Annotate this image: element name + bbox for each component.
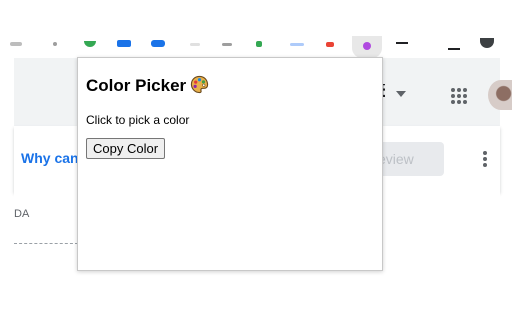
browser-toolbar [0,0,512,58]
extension-icon[interactable] [151,40,165,47]
extension-icon[interactable] [326,42,334,47]
color-picker-extension-icon [363,42,371,50]
popup-title: Color Picker [86,75,209,99]
color-picker-popup: Color Picker Click to pick a color Copy … [77,57,383,271]
extension-icon[interactable] [84,41,96,47]
extension-icon[interactable] [290,43,304,46]
dropdown-arrow-icon[interactable] [396,91,406,97]
popup-instruction: Click to pick a color [86,113,190,127]
row-stub-text: DA [14,208,30,220]
more-vert-icon[interactable] [483,151,487,167]
toolbar-icon[interactable] [396,42,408,48]
avatar[interactable] [488,80,512,110]
palette-icon [190,75,209,99]
color-picker-extension-button[interactable] [352,36,382,58]
extension-icon[interactable] [117,40,131,47]
apps-grid-icon[interactable] [451,88,467,104]
extension-icon[interactable] [222,43,232,46]
why-cant-link[interactable]: Why can' [21,150,82,166]
toolbar-icon[interactable] [448,38,460,50]
review-button[interactable]: eview [376,142,444,176]
divider [14,243,78,244]
extension-icon[interactable] [190,43,200,46]
copy-color-button[interactable]: Copy Color [86,138,166,159]
extension-icon[interactable] [10,42,22,46]
popup-title-text: Color Picker [86,76,187,95]
review-button-label: eview [378,151,414,167]
extension-icon[interactable] [53,42,57,46]
extension-icon[interactable] [256,41,262,47]
extension-icons [0,38,512,50]
screen: B Why can' eview DA Color Picker [0,0,512,320]
